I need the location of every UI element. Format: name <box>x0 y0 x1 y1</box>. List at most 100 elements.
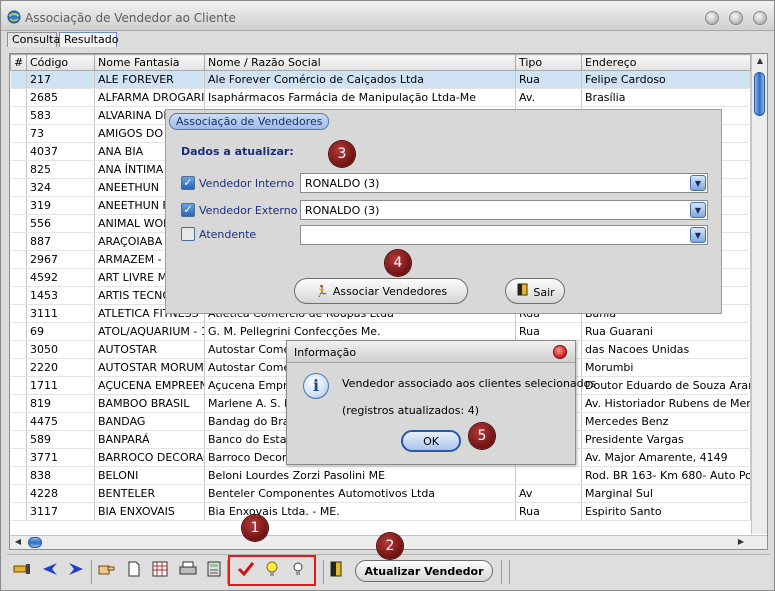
hand-pointer-icon[interactable] <box>95 561 117 583</box>
cell-code: 4475 <box>26 412 95 431</box>
dialog-title-bar[interactable]: Informação <box>287 341 575 363</box>
grid-icon[interactable] <box>149 561 171 583</box>
cell-code: 1711 <box>26 376 95 395</box>
attendant-checkbox[interactable] <box>181 227 195 241</box>
cell-index <box>10 412 27 431</box>
column-header-code[interactable]: Código <box>26 54 95 71</box>
step-marker-3: 3 <box>329 141 355 167</box>
cell-address: Marginal Sul <box>581 484 751 503</box>
cell-code: 887 <box>26 232 95 251</box>
external-vendor-select[interactable]: RONALDO (3) ▼ <box>300 200 708 220</box>
cell-address: Felipe Cardoso <box>581 70 751 89</box>
step-marker-5: 5 <box>469 423 495 449</box>
cell-type: Rua <box>515 502 582 521</box>
close-icon[interactable] <box>553 345 567 359</box>
cell-code: 73 <box>26 124 95 143</box>
chevron-down-icon[interactable]: ▼ <box>690 175 706 191</box>
external-vendor-checkbox[interactable]: ✓ <box>181 203 195 217</box>
tab-resultado[interactable]: Resultado <box>59 32 118 47</box>
cell-index <box>10 484 27 503</box>
exit-door-icon <box>515 283 529 299</box>
cell-code: 3771 <box>26 448 95 467</box>
next-icon[interactable] <box>65 561 87 583</box>
tab-consulta[interactable]: Consulta <box>7 32 60 47</box>
cell-code: 819 <box>26 394 95 413</box>
cell-address: Doutor Eduardo de Souza Aranha <box>581 376 751 395</box>
cell-address: das Nacoes Unidas <box>581 340 751 359</box>
close-button[interactable] <box>753 11 767 25</box>
table-row[interactable]: 217 ALE FOREVER Ale Forever Comércio de Ca… <box>10 70 751 89</box>
cell-trade-name: ALE FOREVER <box>94 70 205 89</box>
cell-address: Av. Historiador Rubens de Mendonça <box>581 394 751 413</box>
cell-code: 583 <box>26 106 95 125</box>
column-header-company-name[interactable]: Nome / Razão Social <box>204 54 516 71</box>
cell-index <box>10 286 27 305</box>
cell-type: Av <box>515 484 582 503</box>
maximize-button[interactable] <box>729 11 743 25</box>
new-document-icon[interactable] <box>123 561 145 583</box>
toolbar-separator <box>509 560 510 584</box>
toolbar-separator <box>91 560 92 584</box>
scroll-left-arrow-icon[interactable]: ◀ <box>10 536 26 549</box>
chevron-down-icon[interactable]: ▼ <box>690 227 706 243</box>
ok-button[interactable]: OK <box>401 430 461 452</box>
table-row[interactable]: 2685 ALFARMA DROGARIA Isaphármacos Farmáci… <box>10 88 751 107</box>
cell-index <box>10 214 27 233</box>
cell-code: 4037 <box>26 142 95 161</box>
cell-type <box>515 466 582 485</box>
cell-index <box>10 250 27 269</box>
bottom-toolbar: Atualizar Vendedor <box>7 554 770 588</box>
first-record-icon[interactable] <box>11 561 33 583</box>
internal-vendor-checkbox[interactable]: ✓ <box>181 176 195 190</box>
internal-vendor-select[interactable]: RONALDO (3) ▼ <box>300 173 708 193</box>
cell-index <box>10 502 27 521</box>
update-vendor-button[interactable]: Atualizar Vendedor <box>355 560 493 582</box>
cell-address: Rua Guarani <box>581 322 751 341</box>
step-marker-4: 4 <box>385 250 411 276</box>
scroll-up-arrow-icon[interactable]: ▲ <box>752 54 767 68</box>
column-header-type[interactable]: Tipo <box>515 54 582 71</box>
cell-index <box>10 430 27 449</box>
toolbar-separator <box>501 560 502 584</box>
cell-address: Av. Major Amarente, 4149 <box>581 448 751 467</box>
toolbar-separator <box>323 560 324 584</box>
vertical-scroll-thumb[interactable] <box>754 72 765 116</box>
exit-button[interactable]: Sair <box>505 278 565 304</box>
cell-index <box>10 466 27 485</box>
running-man-icon: 🏃 <box>315 284 329 298</box>
window-title: Associação de Vendedor ao Cliente <box>25 11 236 25</box>
attendant-select[interactable]: ▼ <box>300 225 708 245</box>
column-header-index[interactable]: # <box>10 54 27 71</box>
title-bar[interactable]: Associação de Vendedor ao Cliente <box>1 1 774 31</box>
print-icon[interactable] <box>177 561 199 583</box>
minimize-button[interactable] <box>705 11 719 25</box>
cell-company-name: Beloni Lourdes Zorzi Pasolini ME <box>204 466 516 485</box>
cell-code: 838 <box>26 466 95 485</box>
step-marker-1: 1 <box>242 515 268 541</box>
header-row: # Código Nome Fantasia Nome / Razão Soci… <box>10 54 751 71</box>
cell-index <box>10 70 27 89</box>
vertical-scrollbar[interactable]: ▲ <box>751 54 767 534</box>
cell-code: 69 <box>26 322 95 341</box>
associate-vendors-button[interactable]: 🏃 Associar Vendedores <box>294 278 468 304</box>
cell-company-name: Ale Forever Comércio de Calçados Ltda <box>204 70 516 89</box>
table-row[interactable]: 838 BELONI Beloni Lourdes Zorzi Pasolini M… <box>10 466 751 485</box>
cell-address: Brasília <box>581 88 751 107</box>
horizontal-scroll-thumb[interactable] <box>28 537 42 548</box>
cell-index <box>10 88 27 107</box>
column-header-trade-name[interactable]: Nome Fantasia <box>94 54 205 71</box>
table-row[interactable]: 4228 BENTELER Benteler Componentes Automot… <box>10 484 751 503</box>
cell-index <box>10 448 27 467</box>
column-header-address[interactable]: Endereço <box>581 54 751 71</box>
calculator-icon[interactable] <box>203 561 225 583</box>
exit-door-icon[interactable] <box>325 561 347 583</box>
chevron-down-icon[interactable]: ▼ <box>690 202 706 218</box>
previous-icon[interactable] <box>39 561 61 583</box>
step-marker-2: 2 <box>377 533 403 559</box>
scroll-right-arrow-icon[interactable]: ▶ <box>733 536 749 549</box>
cell-trade-name: ATOL/AQUARIUM - 1( <box>94 322 205 341</box>
updated-records-count: (registros atualizados: 4) <box>342 404 479 417</box>
table-row[interactable]: 3117 BIA ENXOVAIS Bia Enxovais Ltda. - ME.… <box>10 502 751 521</box>
table-row[interactable]: 69 ATOL/AQUARIUM - 1(G. M. Pellegrini Con… <box>10 322 751 341</box>
cell-index <box>10 322 27 341</box>
